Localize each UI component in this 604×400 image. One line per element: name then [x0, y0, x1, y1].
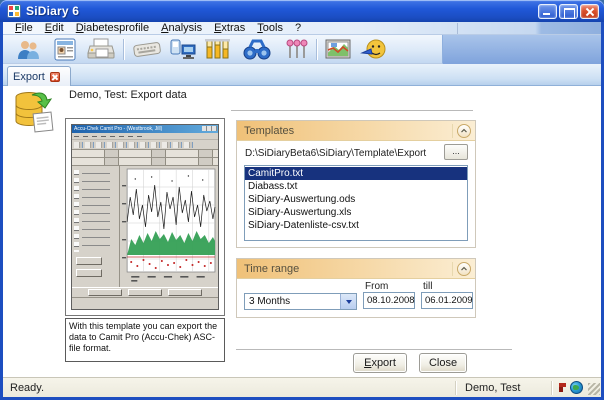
status-user: Demo, Test	[465, 382, 520, 394]
menu-analysis[interactable]: Analysis	[155, 22, 208, 34]
export-button[interactable]: Export	[353, 353, 407, 373]
maximize-button[interactable]	[559, 4, 578, 19]
list-item[interactable]: SiDiary-Auswertung.ods	[245, 193, 467, 206]
binoculars-trend-icon[interactable]	[242, 37, 272, 62]
menu-help[interactable]: ?	[289, 22, 307, 34]
page-title: Demo, Test: Export data	[69, 89, 187, 101]
patients-icon[interactable]	[14, 37, 44, 62]
menu-diabetesprofile[interactable]: Diabetesprofile	[70, 22, 155, 34]
status-separator	[455, 381, 456, 395]
toolbar	[3, 35, 601, 64]
menu-edit[interactable]: Edit	[39, 22, 70, 34]
menu-bar: File Edit Diabetesprofile Analysis Extra…	[3, 22, 601, 35]
list-item[interactable]: SiDiary-Auswertung.xls	[245, 206, 467, 219]
preview-menubar	[72, 133, 218, 140]
template-preview-image: Accu-Chek Camit Pro - (Westbrook, Jill)	[65, 118, 225, 316]
status-text: Ready.	[10, 382, 44, 394]
menu-extras[interactable]: Extras	[208, 22, 251, 34]
menu-file[interactable]: File	[9, 22, 39, 34]
export-data-icon	[12, 89, 58, 135]
template-file-list[interactable]: CamitPro.txt Diabass.txt SiDiary-Auswert…	[244, 165, 468, 241]
resize-grip[interactable]	[588, 383, 600, 395]
minimize-button[interactable]	[538, 4, 557, 19]
browse-button[interactable]: ...	[444, 144, 468, 160]
lab-values-icon[interactable]	[202, 37, 232, 62]
markers-icon[interactable]	[282, 37, 312, 62]
header-rule	[231, 110, 473, 112]
close-dialog-button[interactable]: Close	[419, 353, 467, 373]
time-range-selected-value: 3 Months	[245, 296, 340, 307]
keyboard-entry-icon[interactable]	[132, 37, 162, 62]
device-import-icon[interactable]	[168, 37, 198, 62]
preview-body	[72, 166, 218, 287]
header-separator	[452, 262, 453, 276]
title-bar: SiDiary 6	[0, 0, 604, 22]
app-window: SiDiary 6 File Edit Diabetesprofile Anal…	[0, 0, 604, 400]
print-icon[interactable]	[86, 37, 116, 62]
statistics-icon[interactable]	[323, 37, 353, 62]
status-separator	[551, 381, 552, 395]
preview-button	[76, 269, 102, 277]
preview-tabs	[72, 150, 218, 158]
template-path: D:\SiDiaryBeta6\SiDiary\Template\Export	[245, 148, 426, 159]
button-separator-rule	[236, 349, 512, 351]
templates-panel-header: Templates	[237, 121, 475, 141]
list-item[interactable]: CamitPro.txt	[245, 167, 467, 180]
preview-window: Accu-Chek Camit Pro - (Westbrook, Jill)	[71, 124, 219, 310]
list-item[interactable]: Diabass.txt	[245, 180, 467, 193]
feedback-smiley-icon[interactable]	[359, 37, 389, 62]
header-separator	[452, 124, 453, 138]
toolbar-separator	[123, 39, 124, 60]
chevron-down-icon	[346, 300, 352, 304]
tab-export-label: Export	[13, 71, 45, 83]
tab-export[interactable]: Export	[7, 66, 71, 86]
chevron-up-icon	[459, 264, 469, 274]
preview-statusbar	[72, 297, 218, 303]
time-range-panel-title: Time range	[244, 263, 452, 275]
preview-chart	[120, 166, 218, 287]
preview-toolbar	[72, 140, 218, 150]
from-label: From	[365, 281, 388, 292]
collapse-time-range-button[interactable]	[457, 262, 471, 276]
tab-strip: Export	[3, 64, 601, 86]
till-label: till	[423, 281, 432, 292]
time-range-select[interactable]: 3 Months	[244, 293, 357, 310]
dropdown-button[interactable]	[340, 294, 356, 309]
preview-checkbox-list	[72, 166, 120, 287]
status-flag-icon	[559, 383, 563, 392]
screenshot-root: SiDiary 6 File Edit Diabetesprofile Anal…	[0, 0, 604, 400]
chevron-up-icon	[459, 126, 469, 136]
preview-button	[76, 257, 102, 265]
from-date-input[interactable]: 08.10.2008	[363, 292, 415, 309]
menu-band-divider	[457, 23, 458, 34]
profile-card-icon[interactable]	[50, 37, 80, 62]
close-button[interactable]	[580, 4, 599, 19]
till-date-input[interactable]: 06.01.2009	[421, 292, 473, 309]
template-description: With this template you can export the da…	[65, 318, 225, 362]
app-icon	[7, 4, 21, 18]
time-range-panel-header: Time range	[237, 259, 475, 279]
export-page: Demo, Test: Export data Accu-Chek Camit …	[3, 86, 601, 377]
preview-tabs	[72, 158, 218, 166]
status-bar: Ready. Demo, Test	[3, 377, 601, 397]
tab-close-icon[interactable]	[50, 72, 60, 82]
preview-window-title: Accu-Chek Camit Pro - (Westbrook, Jill)	[72, 125, 218, 133]
collapse-templates-button[interactable]	[457, 124, 471, 138]
menu-tools[interactable]: Tools	[251, 22, 289, 34]
list-item[interactable]: SiDiary-Datenliste-csv.txt	[245, 219, 467, 232]
online-globe-icon	[570, 381, 583, 394]
templates-panel: Templates D:\SiDiaryBeta6\SiDiary\Templa…	[236, 120, 476, 248]
time-range-panel: Time range 3 Months From 08.10.2008 till…	[236, 258, 476, 318]
toolbar-separator	[316, 39, 317, 60]
window-title: SiDiary 6	[26, 4, 79, 18]
templates-panel-title: Templates	[244, 125, 452, 137]
preview-button-row	[72, 287, 218, 297]
